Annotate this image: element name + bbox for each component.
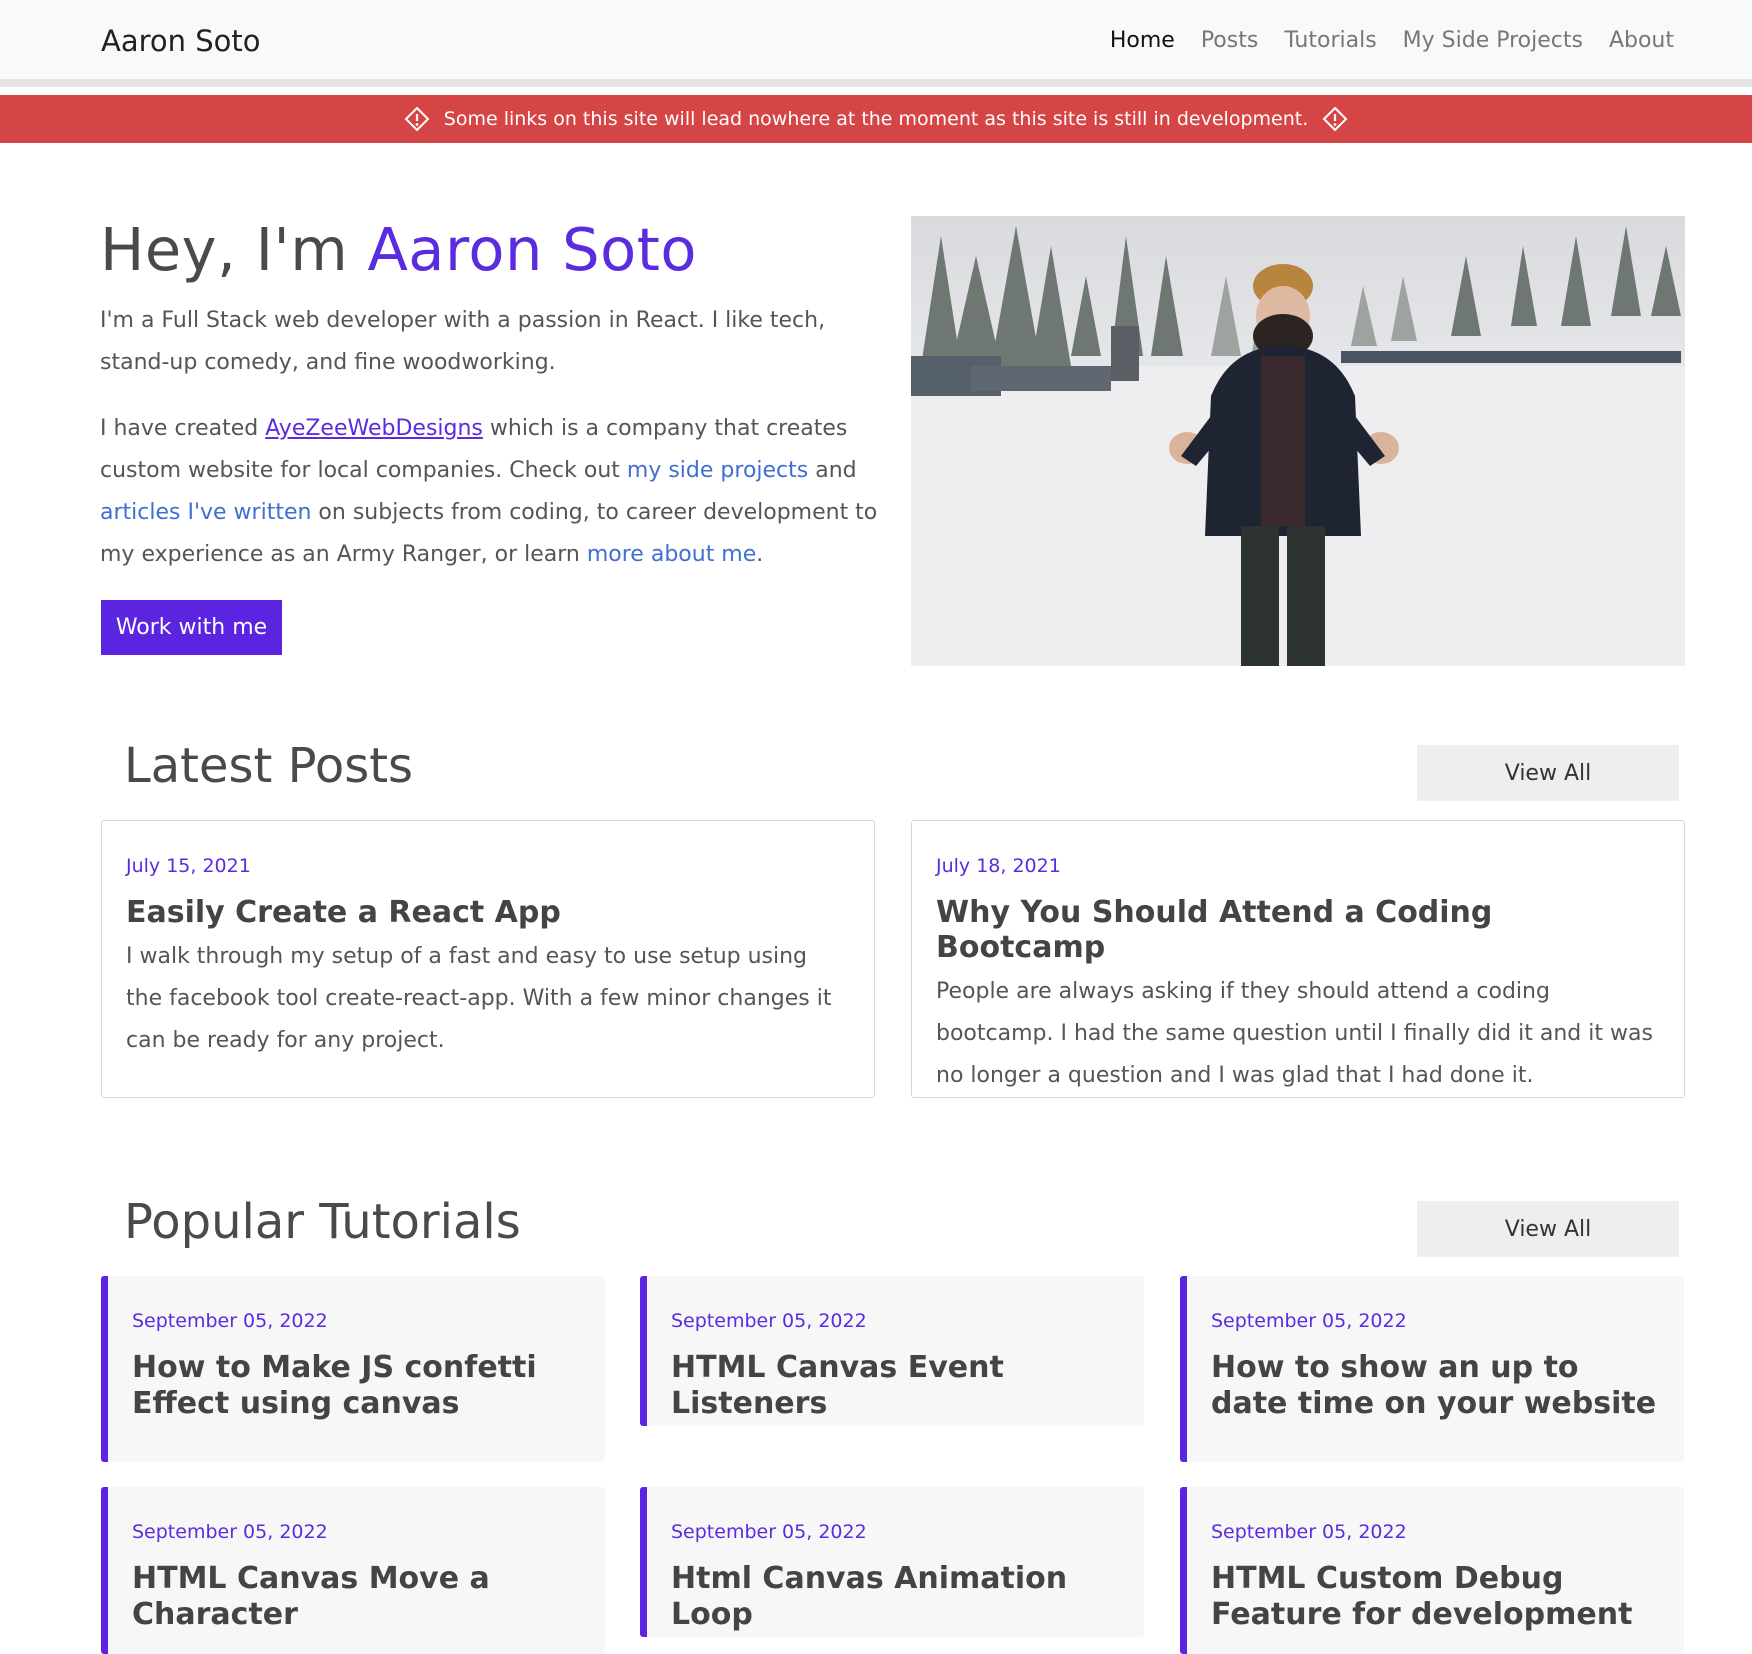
post-title[interactable]: Why You Should Attend a Coding Bootcamp: [936, 895, 1660, 965]
tutorial-date: September 05, 2022: [1211, 1310, 1407, 1332]
brand-link[interactable]: Aaron Soto: [101, 24, 261, 58]
hero-intro: I'm a Full Stack web developer with a pa…: [100, 308, 826, 375]
tutorial-card[interactable]: September 05, 2022 How to show an up to …: [1180, 1276, 1684, 1462]
post-date: July 18, 2021: [936, 855, 1061, 877]
dev-alert-banner: Some links on this site will lead nowher…: [0, 95, 1752, 143]
alert-text: Some links on this site will lead nowher…: [443, 108, 1309, 130]
post-date: July 15, 2021: [126, 855, 251, 877]
snow-portrait-image: [911, 216, 1685, 666]
nav-tutorials[interactable]: Tutorials: [1284, 28, 1376, 53]
hero-text-segment: .: [756, 542, 764, 567]
post-excerpt: I walk through my setup of a fast and ea…: [126, 944, 832, 1053]
tutorial-title[interactable]: How to show an up to date time on your w…: [1211, 1350, 1660, 1422]
nav-links: Home Posts Tutorials My Side Projects Ab…: [1110, 28, 1674, 53]
tutorial-card[interactable]: September 05, 2022 How to Make JS confet…: [101, 1276, 605, 1462]
nav-about[interactable]: About: [1609, 28, 1674, 53]
tutorial-card[interactable]: September 05, 2022 HTML Canvas Move a Ch…: [101, 1487, 605, 1654]
tutorial-date: September 05, 2022: [671, 1521, 867, 1543]
tutorial-card[interactable]: September 05, 2022 Html Canvas Animation…: [640, 1487, 1144, 1637]
post-title[interactable]: Easily Create a React App: [126, 895, 850, 930]
hero-title: Hey, I'm Aaron Soto: [100, 215, 697, 284]
hero-text-segment: I have created: [100, 416, 266, 441]
ayezee-link[interactable]: AyeZeeWebDesigns: [265, 416, 483, 441]
tutorial-date: September 05, 2022: [132, 1310, 328, 1332]
hero-title-prefix: Hey, I'm: [100, 215, 368, 284]
post-card[interactable]: July 18, 2021 Why You Should Attend a Co…: [911, 820, 1685, 1098]
post-excerpt: People are always asking if they should …: [936, 979, 1653, 1088]
tutorial-date: September 05, 2022: [1211, 1521, 1407, 1543]
tutorials-view-all-button[interactable]: View All: [1417, 1201, 1679, 1257]
hero-text-segment: and: [808, 458, 857, 483]
tutorial-title[interactable]: Html Canvas Animation Loop: [671, 1561, 1120, 1633]
hero-photo: [911, 216, 1685, 666]
nav-home[interactable]: Home: [1110, 28, 1175, 53]
tutorial-date: September 05, 2022: [132, 1521, 328, 1543]
tutorial-date: September 05, 2022: [671, 1310, 867, 1332]
popular-tutorials-heading: Popular Tutorials: [124, 1194, 521, 1250]
warning-diamond-icon: [404, 106, 430, 132]
hero-description: I have created AyeZeeWebDesigns which is…: [100, 408, 880, 576]
post-card[interactable]: July 15, 2021 Easily Create a React App …: [101, 820, 875, 1098]
work-with-me-button[interactable]: Work with me: [101, 600, 282, 655]
nav-side-projects[interactable]: My Side Projects: [1403, 28, 1583, 53]
tutorial-title[interactable]: How to Make JS confetti Effect using can…: [132, 1350, 581, 1422]
tutorial-title[interactable]: HTML Custom Debug Feature for developmen…: [1211, 1561, 1660, 1633]
tutorial-title[interactable]: HTML Canvas Move a Character: [132, 1561, 581, 1633]
articles-link[interactable]: articles I've written: [100, 500, 311, 525]
about-me-link[interactable]: more about me: [587, 542, 756, 567]
nav-posts[interactable]: Posts: [1201, 28, 1259, 53]
tutorial-card[interactable]: September 05, 2022 HTML Custom Debug Fea…: [1180, 1487, 1684, 1654]
warning-diamond-icon: [1322, 106, 1348, 132]
tutorial-title[interactable]: HTML Canvas Event Listeners: [671, 1350, 1120, 1422]
tutorial-card[interactable]: September 05, 2022 HTML Canvas Event Lis…: [640, 1276, 1144, 1426]
navbar: Aaron Soto Home Posts Tutorials My Side …: [0, 0, 1752, 87]
hero-title-name: Aaron Soto: [367, 215, 697, 284]
side-projects-link[interactable]: my side projects: [627, 458, 808, 483]
latest-posts-heading: Latest Posts: [124, 738, 414, 794]
posts-view-all-button[interactable]: View All: [1417, 745, 1679, 801]
